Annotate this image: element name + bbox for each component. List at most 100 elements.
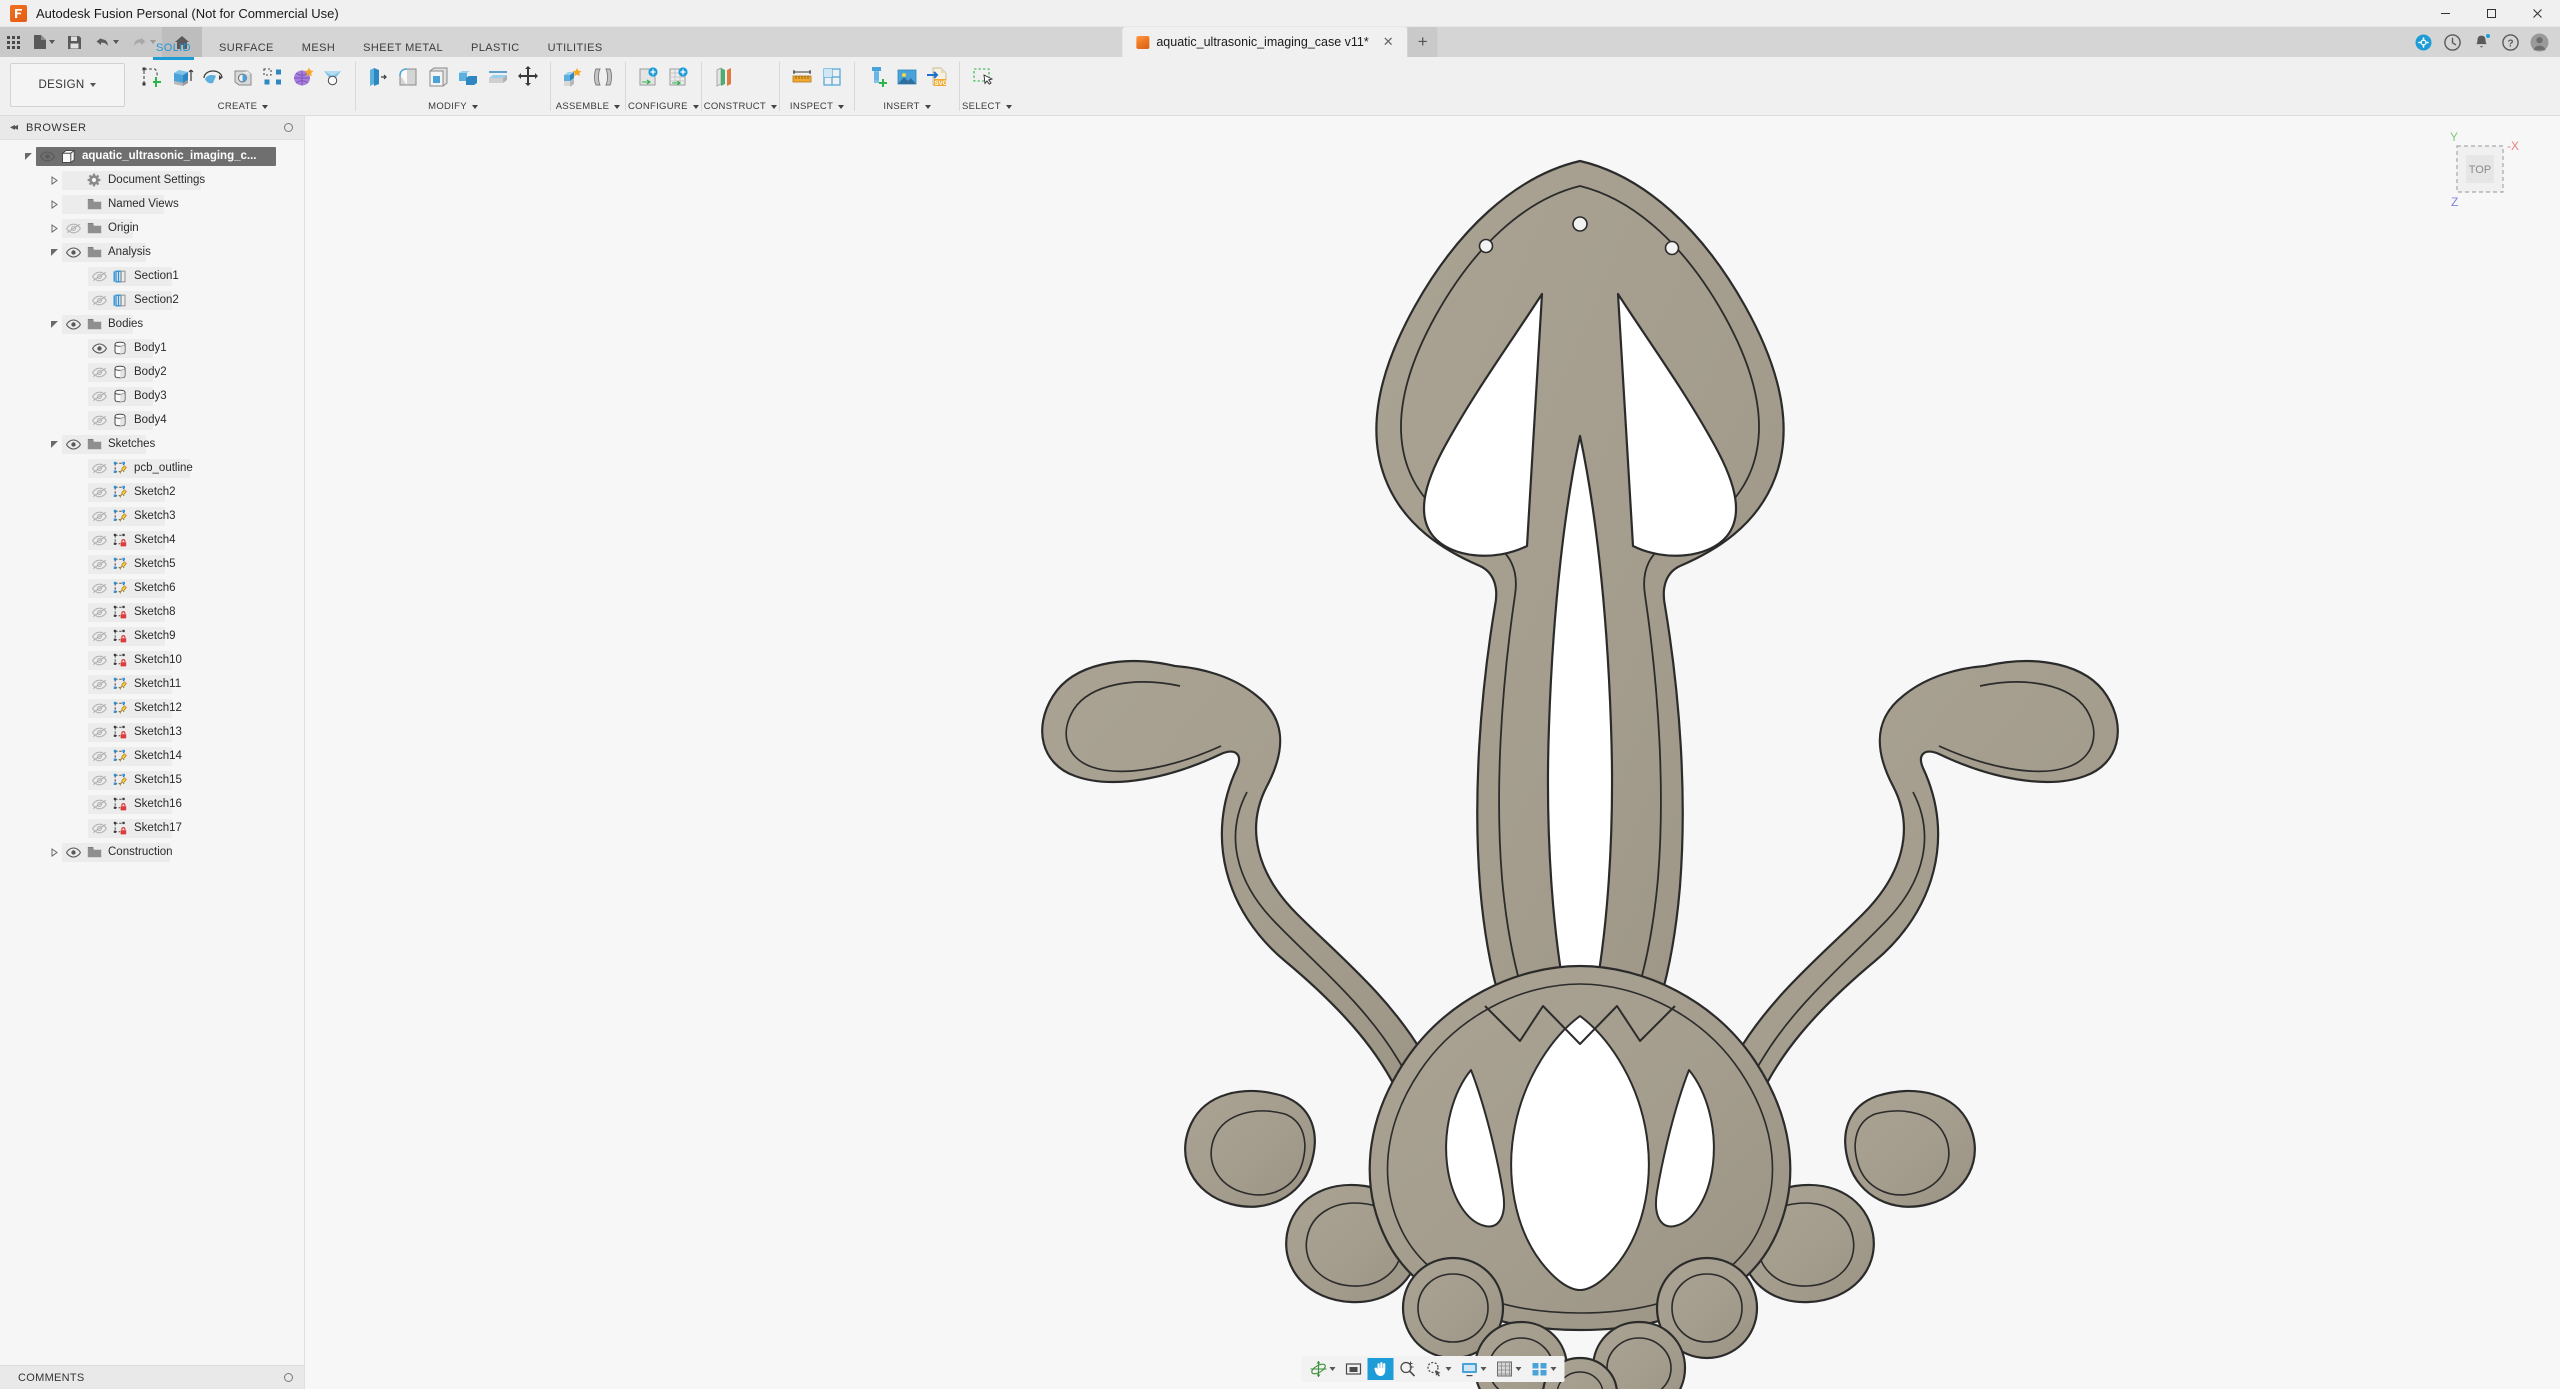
visibility-on-icon[interactable]	[36, 150, 58, 162]
press-pull-icon[interactable]	[363, 60, 393, 94]
squid-model-3d-view[interactable]	[305, 116, 2560, 1389]
tree-item-pcb-outline[interactable]: pcb_outline	[0, 456, 304, 480]
tree-item-analysis[interactable]: Analysis	[0, 240, 304, 264]
revolve-icon[interactable]	[198, 60, 228, 94]
visibility-off-icon[interactable]	[88, 511, 110, 522]
twist-open-icon[interactable]	[46, 440, 62, 449]
help-icon[interactable]: ?	[2497, 29, 2523, 55]
document-tab[interactable]: aquatic_ultrasonic_imaging_case v11* ✕	[1122, 27, 1408, 57]
tree-item-sketches[interactable]: Sketches	[0, 432, 304, 456]
window-selection-icon[interactable]	[967, 60, 999, 94]
app-grid-icon[interactable]	[0, 27, 27, 57]
tab-solid[interactable]: SOLID	[142, 40, 205, 57]
offset-plane-icon[interactable]	[709, 60, 741, 94]
new-component-icon[interactable]	[558, 60, 588, 94]
tree-item-sketch15[interactable]: Sketch15	[0, 768, 304, 792]
tab-sheet-metal[interactable]: SHEET METAL	[349, 40, 457, 57]
tree-item-sketch3[interactable]: Sketch3	[0, 504, 304, 528]
hole-icon[interactable]	[228, 60, 258, 94]
tree-item-body1[interactable]: Body1	[0, 336, 304, 360]
visibility-off-icon[interactable]	[88, 559, 110, 570]
tab-plastic[interactable]: PLASTIC	[457, 40, 534, 57]
visibility-off-icon[interactable]	[88, 487, 110, 498]
panel-configure-label[interactable]: CONFIGURE	[628, 101, 699, 115]
rectangular-pattern-icon[interactable]	[258, 60, 288, 94]
design-canvas[interactable]: TOP -X Y Z	[305, 116, 2560, 1389]
tree-item-sketch5[interactable]: Sketch5	[0, 552, 304, 576]
visibility-off-icon[interactable]	[88, 727, 110, 738]
panel-modify-label[interactable]: MODIFY	[358, 101, 548, 115]
panel-inspect-label[interactable]: INSPECT	[782, 101, 852, 115]
minimize-button[interactable]	[2422, 0, 2468, 27]
twist-open-icon[interactable]	[46, 248, 62, 257]
joint-icon[interactable]	[588, 60, 618, 94]
panel-select-label[interactable]: SELECT	[962, 101, 1012, 115]
visibility-off-icon[interactable]	[88, 775, 110, 786]
twist-open-icon[interactable]	[20, 152, 36, 161]
create-sketch-icon[interactable]	[138, 60, 168, 94]
insert-svg-icon[interactable]: SVG	[922, 60, 952, 94]
tab-surface[interactable]: SURFACE	[205, 40, 288, 57]
visibility-off-icon[interactable]	[88, 367, 110, 378]
configure-design-icon[interactable]	[633, 60, 663, 94]
visibility-on-icon[interactable]	[62, 318, 84, 330]
close-icon[interactable]: ✕	[1383, 34, 1394, 50]
new-document-icon[interactable]	[27, 27, 61, 57]
tree-item-sketch11[interactable]: Sketch11	[0, 672, 304, 696]
user-avatar[interactable]	[2526, 29, 2552, 55]
tree-item-section1[interactable]: Section1	[0, 264, 304, 288]
visibility-off-icon[interactable]	[88, 631, 110, 642]
panel-create-label[interactable]: CREATE	[133, 101, 353, 115]
visibility-off-icon[interactable]	[88, 391, 110, 402]
tree-item-sketch9[interactable]: Sketch9	[0, 624, 304, 648]
tree-item-sketch8[interactable]: Sketch8	[0, 600, 304, 624]
orbit-icon[interactable]	[1305, 1358, 1339, 1380]
visibility-off-icon[interactable]	[88, 823, 110, 834]
visibility-off-icon[interactable]	[88, 295, 110, 306]
tree-item-sketch14[interactable]: Sketch14	[0, 744, 304, 768]
viewports-icon[interactable]	[1526, 1358, 1560, 1380]
tree-item-construction[interactable]: Construction	[0, 840, 304, 864]
twist-open-icon[interactable]	[46, 320, 62, 329]
visibility-off-icon[interactable]	[88, 271, 110, 282]
create-sketch-cone-icon[interactable]	[318, 60, 348, 94]
tree-item-sketch4[interactable]: Sketch4	[0, 528, 304, 552]
visibility-off-icon[interactable]	[88, 679, 110, 690]
tree-item-sketch13[interactable]: Sketch13	[0, 720, 304, 744]
maximize-button[interactable]	[2468, 0, 2514, 27]
visibility-off-icon[interactable]	[88, 751, 110, 762]
combine-icon[interactable]	[453, 60, 483, 94]
tree-item-sketch12[interactable]: Sketch12	[0, 696, 304, 720]
close-button[interactable]	[2514, 0, 2560, 27]
visibility-off-icon[interactable]	[88, 799, 110, 810]
tree-item-sketch17[interactable]: Sketch17	[0, 816, 304, 840]
save-icon[interactable]	[61, 27, 88, 57]
display-settings-icon[interactable]	[1456, 1358, 1490, 1380]
panel-assemble-label[interactable]: ASSEMBLE	[553, 101, 623, 115]
tree-item-sketch16[interactable]: Sketch16	[0, 792, 304, 816]
fillet-icon[interactable]	[393, 60, 423, 94]
tree-item-body2[interactable]: Body2	[0, 360, 304, 384]
undo-icon[interactable]	[88, 27, 125, 57]
insert-canvas-icon[interactable]	[892, 60, 922, 94]
twist-closed-icon[interactable]	[46, 175, 62, 185]
visibility-on-icon[interactable]	[62, 246, 84, 258]
measure-icon[interactable]	[787, 60, 817, 94]
new-tab-button[interactable]: +	[1407, 27, 1438, 57]
tree-item-body3[interactable]: Body3	[0, 384, 304, 408]
panel-settings-icon[interactable]	[284, 123, 293, 132]
panel-construct-label[interactable]: CONSTRUCT	[704, 101, 778, 115]
offset-face-icon[interactable]	[483, 60, 513, 94]
visibility-off-icon[interactable]	[88, 583, 110, 594]
move-copy-icon[interactable]	[513, 60, 543, 94]
visibility-off-icon[interactable]	[88, 463, 110, 474]
tree-item-named-views[interactable]: Named Views	[0, 192, 304, 216]
configuration-table-icon[interactable]	[663, 60, 693, 94]
tab-utilities[interactable]: UTILITIES	[534, 40, 617, 57]
visibility-off-icon[interactable]	[88, 655, 110, 666]
tree-item-bodies[interactable]: Bodies	[0, 312, 304, 336]
tree-item-origin[interactable]: Origin	[0, 216, 304, 240]
twist-closed-icon[interactable]	[46, 223, 62, 233]
visibility-on-icon[interactable]	[62, 846, 84, 858]
visibility-off-icon[interactable]	[88, 703, 110, 714]
